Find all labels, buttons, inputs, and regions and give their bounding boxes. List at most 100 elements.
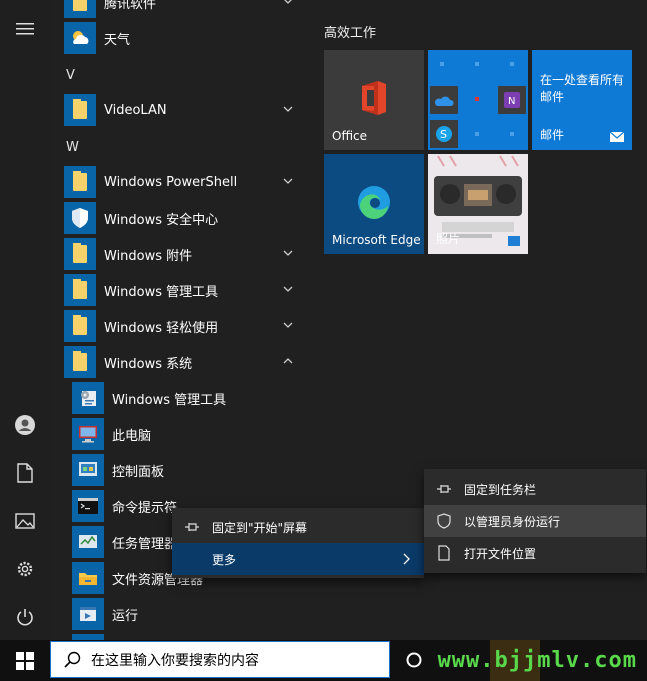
control-panel-icon <box>72 454 104 486</box>
pin-icon <box>184 519 200 535</box>
app-item-security[interactable]: Windows 安全中心 <box>64 202 308 234</box>
chevron-down-icon[interactable] <box>282 319 294 331</box>
menu-item-label: 固定到"开始"屏幕 <box>212 520 308 535</box>
app-label: 天气 <box>104 32 131 48</box>
office-icon <box>362 81 386 115</box>
start-left-rail <box>0 0 50 640</box>
app-item-tencent[interactable]: 腾讯软件 <box>64 0 308 18</box>
app-label: Windows 轻松使用 <box>104 320 219 336</box>
app-item-windows-system[interactable]: Windows 系统 <box>64 346 308 378</box>
tile-office-folder[interactable]: N S <box>428 50 528 150</box>
tile-group-title[interactable]: 高效工作 <box>324 22 376 41</box>
onenote-icon: N <box>498 86 526 114</box>
app-label: 此电脑 <box>112 428 152 444</box>
folder-icon <box>64 274 96 306</box>
app-label: Windows 系统 <box>104 356 193 372</box>
letter-header-v[interactable]: V <box>66 68 75 83</box>
file-location-icon <box>436 545 452 561</box>
power-icon[interactable] <box>12 604 38 630</box>
menu-item-pin-start[interactable]: 固定到"开始"屏幕 <box>172 511 424 543</box>
chevron-down-icon[interactable] <box>282 247 294 259</box>
mini-app-icon <box>475 62 479 66</box>
menu-item-label: 更多 <box>212 552 237 567</box>
app-label: 控制面板 <box>112 464 165 480</box>
mini-app-icon <box>510 132 514 136</box>
menu-item-pin-taskbar[interactable]: 固定到任务栏 <box>424 473 646 505</box>
app-label: Windows 安全中心 <box>104 212 219 228</box>
start-button[interactable] <box>0 640 50 681</box>
taskbar-search-box[interactable]: 在这里输入你要搜索的内容 <box>50 641 390 678</box>
mini-app-icon <box>475 132 479 136</box>
run-icon <box>72 598 104 630</box>
pictures-icon[interactable] <box>12 508 38 534</box>
chevron-down-icon[interactable] <box>282 0 294 7</box>
computer-icon <box>72 418 104 450</box>
task-manager-icon <box>72 526 104 558</box>
folder-icon <box>64 166 96 198</box>
edge-icon <box>358 186 390 220</box>
app-item-sub-admin-tools[interactable]: Windows 管理工具 <box>72 382 308 414</box>
app-label: VideoLAN <box>104 102 167 118</box>
tile-edge[interactable]: Microsoft Edge <box>324 154 424 254</box>
skype-icon: S <box>430 120 458 148</box>
letter-header-w[interactable]: W <box>66 140 79 155</box>
tile-label: 照片 <box>436 232 461 246</box>
app-item-run[interactable]: 运行 <box>72 598 308 630</box>
menu-item-label: 以管理员身份运行 <box>464 514 561 529</box>
app-label: Windows PowerShell <box>104 174 238 190</box>
chevron-right-icon <box>403 553 410 565</box>
tile-mail[interactable]: 在一处查看所有邮件 邮件 <box>532 50 632 150</box>
hamburger-icon[interactable] <box>12 16 38 42</box>
app-item-ease-of-access[interactable]: Windows 轻松使用 <box>64 310 308 342</box>
menu-item-more[interactable]: 更多 <box>172 543 424 575</box>
cortana-circle-icon <box>406 652 422 668</box>
admin-shield-icon <box>436 513 452 529</box>
admin-tools-icon <box>72 382 104 414</box>
folder-icon <box>64 94 96 126</box>
app-item-weather[interactable]: 天气 <box>64 22 308 54</box>
menu-item-run-as-admin[interactable]: 以管理员身份运行 <box>424 505 646 537</box>
tile-label: 邮件 <box>540 128 565 142</box>
task-view-button[interactable] <box>404 650 424 670</box>
mini-app-icon <box>475 97 479 101</box>
user-icon[interactable] <box>12 412 38 438</box>
mini-app-icon <box>510 62 514 66</box>
windows-logo-icon <box>16 651 34 670</box>
chevron-down-icon[interactable] <box>282 175 294 187</box>
app-label: 任务管理器 <box>112 536 178 552</box>
app-item-powershell[interactable]: Windows PowerShell <box>64 166 308 198</box>
weather-icon <box>64 22 96 54</box>
svg-text:S: S <box>440 128 447 141</box>
menu-item-label: 固定到任务栏 <box>464 482 537 497</box>
app-label: Windows 附件 <box>104 248 193 264</box>
mail-tile-text: 在一处查看所有邮件 <box>540 73 625 104</box>
mini-app-icon <box>440 62 444 66</box>
settings-icon[interactable] <box>12 556 38 582</box>
chevron-down-icon[interactable] <box>282 103 294 115</box>
tile-office[interactable]: Office <box>324 50 424 150</box>
menu-item-open-location[interactable]: 打开文件位置 <box>424 537 646 569</box>
watermark-text: www.bjjmlv.com <box>437 648 637 673</box>
chevron-down-icon[interactable] <box>282 283 294 295</box>
folder-open-icon <box>64 346 96 378</box>
app-item-accessories[interactable]: Windows 附件 <box>64 238 308 270</box>
app-item-videolan[interactable]: VideoLAN <box>64 94 308 126</box>
tile-label: Office <box>332 129 368 143</box>
photos-icon <box>508 236 520 246</box>
folder-icon <box>64 310 96 342</box>
menu-item-label: 打开文件位置 <box>464 546 537 561</box>
app-label: 腾讯软件 <box>104 0 157 12</box>
pin-icon <box>436 481 452 497</box>
shield-icon <box>64 202 96 234</box>
app-label: 命令提示符 <box>112 500 178 516</box>
menu-item-spacer <box>184 551 200 567</box>
chevron-up-icon[interactable] <box>282 355 294 367</box>
documents-icon[interactable] <box>12 460 38 486</box>
app-item-control-panel[interactable]: 控制面板 <box>72 454 308 486</box>
app-item-admin-tools[interactable]: Windows 管理工具 <box>64 274 308 306</box>
svg-text:N: N <box>508 96 515 107</box>
tile-photos[interactable]: 照片 <box>428 154 528 254</box>
mail-icon <box>610 132 624 142</box>
tile-label: Microsoft Edge <box>332 233 421 247</box>
app-item-this-pc[interactable]: 此电脑 <box>72 418 308 450</box>
